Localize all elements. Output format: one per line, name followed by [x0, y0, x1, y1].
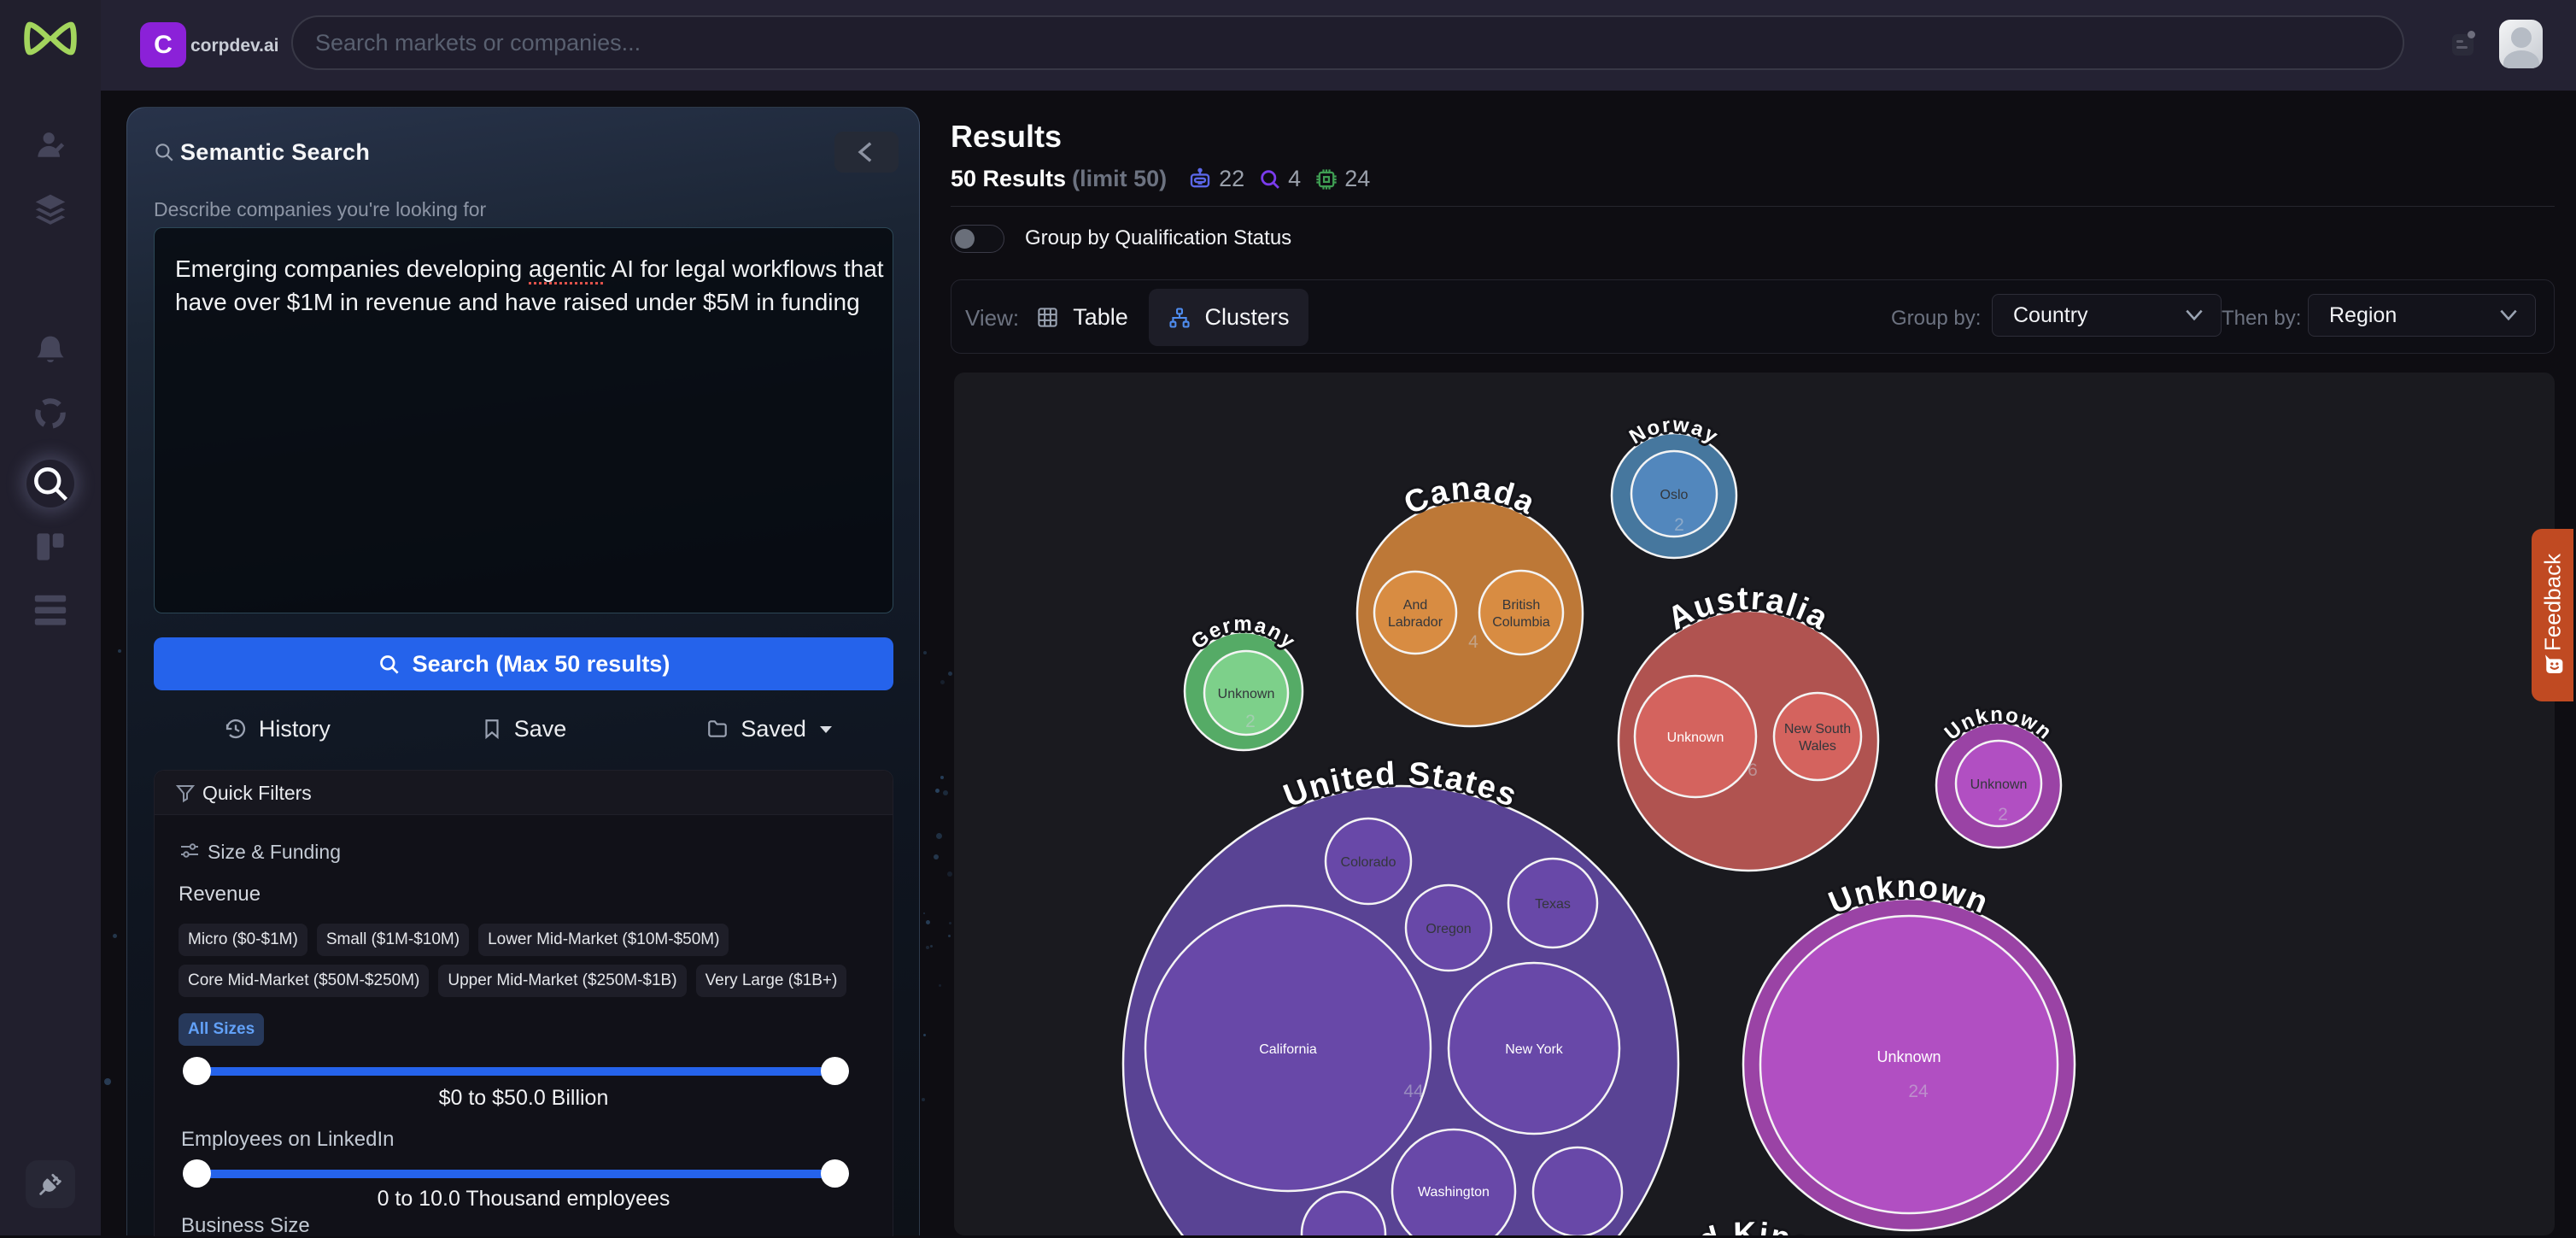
svg-text:Texas: Texas — [1535, 897, 1571, 912]
svg-text:6: 6 — [1748, 760, 1758, 780]
svg-text:Colorado: Colorado — [1341, 855, 1396, 870]
svg-text:Wales: Wales — [1799, 739, 1836, 754]
svg-text:United Kingdom: United Kingdom — [1613, 1216, 1884, 1235]
svg-text:Unknown: Unknown — [1218, 687, 1275, 701]
svg-text:And: And — [1403, 598, 1427, 613]
svg-text:Unknown: Unknown — [1970, 777, 2028, 792]
svg-text:New York: New York — [1505, 1042, 1564, 1057]
svg-text:British: British — [1502, 598, 1540, 613]
svg-text:2: 2 — [1245, 712, 1256, 731]
svg-text:New South: New South — [1784, 722, 1851, 736]
svg-text:California: California — [1259, 1042, 1317, 1057]
svg-text:Oregon: Oregon — [1426, 922, 1471, 936]
svg-text:Unknown: Unknown — [1667, 730, 1724, 745]
svg-text:2: 2 — [1998, 805, 2008, 824]
svg-text:24: 24 — [1908, 1082, 1929, 1101]
svg-text:44: 44 — [1403, 1082, 1424, 1101]
svg-text:4: 4 — [1468, 632, 1478, 652]
svg-text:Unknown: Unknown — [1876, 1048, 1941, 1065]
svg-text:Labrador: Labrador — [1388, 615, 1443, 630]
svg-text:Washington: Washington — [1418, 1185, 1490, 1200]
svg-text:Oslo: Oslo — [1660, 488, 1689, 502]
svg-text:Columbia: Columbia — [1492, 615, 1550, 630]
svg-text:2: 2 — [1674, 515, 1684, 535]
